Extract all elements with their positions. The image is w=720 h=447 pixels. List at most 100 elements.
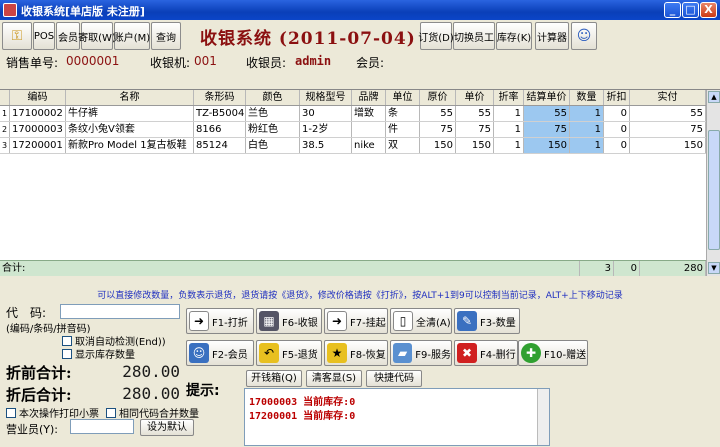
grid-header: 编码 名称 条形码 颜色 规格型号 品牌 单位 原价 单价 折率 结算单价 数量…: [0, 90, 706, 106]
delete-icon: ✖: [457, 343, 477, 363]
sales-grid[interactable]: 编码 名称 条形码 颜色 规格型号 品牌 单位 原价 单价 折率 结算单价 数量…: [0, 89, 720, 276]
register-no: 001: [194, 54, 217, 68]
quick-code-button[interactable]: 快捷代码: [366, 370, 422, 387]
window-title: 收银系统[单店版 未注册]: [21, 5, 145, 18]
after-total-label: 折后合计:: [6, 386, 72, 404]
delete-row-button[interactable]: ✖ F4-删行: [454, 340, 518, 366]
table-row[interactable]: 3 17200001 新款Pro Model 1复古板鞋 85124 白色 38…: [0, 138, 706, 154]
arrow-icon: ➜: [327, 311, 347, 331]
calculator-icon: ▦: [259, 311, 279, 331]
code-label: 代 码:: [6, 306, 47, 320]
hold-button[interactable]: ➜ F7-挂起: [324, 308, 388, 334]
close-button[interactable]: X: [700, 2, 717, 18]
order-button[interactable]: 订货(D): [418, 22, 454, 50]
salesperson-label: 营业员(Y):: [6, 423, 59, 436]
usage-notice: 可以直接修改数量，负数表示退货，退货请按《退货》，修改价格请按《打折》，按ALT…: [97, 291, 623, 301]
quantity-button[interactable]: ✎ F3-数量: [454, 308, 520, 334]
arrow-icon: ➜: [189, 311, 209, 331]
undo-icon: ↶: [259, 343, 279, 363]
col-orig[interactable]: 原价: [420, 90, 456, 105]
hint-line: 17000003 当前库存:0: [249, 397, 356, 408]
register-label: 收银机:: [150, 56, 191, 70]
app-name: 收银系统 (2011-07-04): [200, 29, 416, 49]
clear-display-button[interactable]: 清客显(S): [306, 370, 362, 387]
service-button[interactable]: ▰ F9-服务: [390, 340, 452, 366]
clear-all-button[interactable]: ▯ 全清(A): [390, 308, 452, 334]
maximize-button[interactable]: □: [682, 2, 699, 18]
col-color[interactable]: 颜色: [246, 90, 300, 105]
pos-button[interactable]: POS: [33, 22, 55, 50]
star-icon: ★: [327, 343, 347, 363]
col-settle[interactable]: 结算单价: [524, 90, 570, 105]
open-drawer-button[interactable]: 开钱箱(Q): [246, 370, 302, 387]
hint-label: 提示:: [186, 383, 220, 399]
plus-icon: ✚: [521, 343, 541, 363]
col-code[interactable]: 编码: [10, 90, 66, 105]
set-default-button[interactable]: 设为默认: [140, 419, 194, 436]
scroll-down-icon[interactable]: ▼: [708, 262, 720, 274]
stock-button[interactable]: 库存(K): [496, 22, 532, 50]
order-info: 销售单号: 0000001 收银机: 001 收银员: admin 会员:: [0, 52, 720, 72]
folder-icon: ▰: [393, 343, 413, 363]
merge-same-checkbox[interactable]: 相同代码合并数量: [106, 405, 199, 420]
col-unit[interactable]: 单位: [386, 90, 420, 105]
toolbar: ⚿ POS 会员 寄取(W) 账户(M) 查询 收银系统 (2011-07-04…: [0, 20, 720, 52]
total-disc: 0: [614, 261, 640, 276]
account-button[interactable]: 账户(M): [114, 22, 150, 50]
cashier-name: admin: [295, 54, 332, 68]
restore-button[interactable]: ★ F8-恢复: [324, 340, 388, 366]
col-price[interactable]: 单价: [456, 90, 494, 105]
switch-staff-button[interactable]: 切换员工: [453, 22, 495, 50]
checkout-button[interactable]: ▦ F6-收银: [256, 308, 322, 334]
col-qty[interactable]: 数量: [570, 90, 604, 105]
before-total-label: 折前合计:: [6, 364, 72, 382]
total-label: 合计:: [0, 261, 580, 276]
show-stock-checkbox[interactable]: 显示库存数量: [62, 346, 135, 361]
query-button[interactable]: 查询: [151, 22, 181, 50]
grid-total-row: 合计: 3 0 280: [0, 260, 706, 276]
col-brand[interactable]: 品牌: [352, 90, 386, 105]
order-no-label: 销售单号:: [6, 56, 59, 70]
document-icon: ▯: [393, 311, 413, 331]
total-paid: 280: [640, 261, 706, 276]
minimize-button[interactable]: _: [664, 2, 681, 18]
key-icon: ⚿: [11, 28, 23, 44]
user-button[interactable]: ☺: [571, 22, 597, 50]
before-total: 280.00: [122, 362, 180, 381]
col-paid[interactable]: 实付: [630, 90, 706, 105]
return-button[interactable]: ↶ F5-退货: [256, 340, 322, 366]
hint-line: 17200001 当前库存:0: [249, 411, 356, 422]
member-button[interactable]: 会员: [56, 22, 80, 50]
key-button[interactable]: ⚿: [2, 22, 32, 50]
user-icon: ☺: [576, 28, 592, 44]
code-input[interactable]: [60, 304, 180, 319]
hint-scrollbar[interactable]: [537, 389, 549, 445]
table-row[interactable]: 1 17100002 牛仔裤 TZ-B5004 兰色 30 增致 条 55 55…: [0, 106, 706, 122]
member-fn-button[interactable]: ☺ F2-会员: [186, 340, 254, 366]
scroll-up-icon[interactable]: ▲: [708, 91, 720, 103]
col-rate[interactable]: 折率: [494, 90, 524, 105]
scroll-thumb[interactable]: [708, 130, 720, 250]
calculator-button[interactable]: 计算器: [535, 22, 569, 50]
after-total: 280.00: [122, 384, 180, 403]
grid-scrollbar[interactable]: ▲ ▼: [706, 90, 720, 276]
total-qty: 3: [580, 261, 614, 276]
user-icon: ☺: [189, 343, 209, 363]
discount-button[interactable]: ➜ F1-打折: [186, 308, 254, 334]
edit-icon: ✎: [457, 311, 477, 331]
col-disc[interactable]: 折扣: [604, 90, 630, 105]
print-receipt-checkbox[interactable]: 本次操作打印小票: [6, 405, 99, 420]
app-icon: [3, 3, 17, 17]
title-bar: 收银系统[单店版 未注册] _ □ X: [0, 0, 720, 20]
hint-box: 17000003 当前库存:0 17200001 当前库存:0: [244, 388, 550, 446]
gift-button[interactable]: ✚ F10-赠送: [518, 340, 588, 366]
col-name[interactable]: 名称: [66, 90, 194, 105]
salesperson-input[interactable]: [70, 419, 134, 434]
col-spec[interactable]: 规格型号: [300, 90, 352, 105]
cashier-label: 收银员:: [246, 56, 287, 70]
col-barcode[interactable]: 条形码: [194, 90, 246, 105]
register-button[interactable]: 寄取(W): [78, 22, 116, 50]
order-no: 0000001: [66, 54, 120, 68]
table-row[interactable]: 2 17000003 条纹小兔V领套 8166 粉红色 1-2岁 件 75 75…: [0, 122, 706, 138]
member-label: 会员:: [356, 56, 385, 70]
